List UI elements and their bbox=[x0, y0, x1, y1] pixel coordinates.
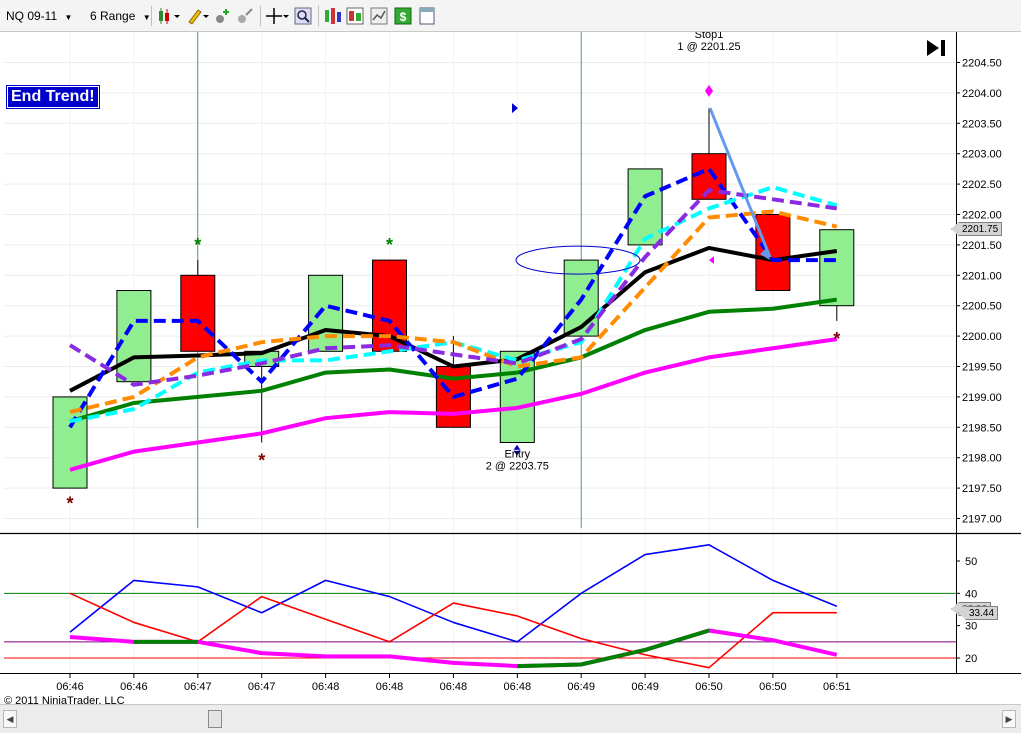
signal-star-marker: * bbox=[833, 329, 840, 349]
drawing-tools-icon[interactable] bbox=[186, 7, 212, 25]
indicator-axis-label: 30 bbox=[965, 621, 977, 633]
order-icon[interactable]: $ bbox=[394, 7, 412, 25]
price-axis-label: 2204.50 bbox=[962, 58, 1002, 70]
end-trend-label: End Trend! bbox=[6, 85, 100, 109]
indicator-axis-label: 50 bbox=[965, 556, 977, 568]
price-axis-label: 2201.50 bbox=[962, 240, 1002, 252]
price-axis-label: 2199.50 bbox=[962, 362, 1002, 374]
data-box-icon[interactable] bbox=[324, 7, 342, 25]
zoom-icon[interactable] bbox=[294, 7, 312, 25]
price-axis-label: 2200.50 bbox=[962, 301, 1002, 313]
window-icon[interactable] bbox=[418, 7, 436, 25]
price-axis-label: 2199.00 bbox=[962, 392, 1002, 404]
signal-star-marker: * bbox=[386, 235, 393, 255]
price-axis-label: 2202.50 bbox=[962, 179, 1002, 191]
chevron-down-icon: ▼ bbox=[142, 13, 151, 22]
period-selector[interactable]: 6 Range ▼ bbox=[90, 6, 151, 26]
candle-body bbox=[627, 168, 663, 246]
price-axis-label: 2200.00 bbox=[962, 331, 1002, 343]
instrument-selector[interactable]: NQ 09-11 ▼ bbox=[6, 6, 72, 26]
price-axis-label: 2201.00 bbox=[962, 270, 1002, 282]
time-axis-label: 06:46 bbox=[56, 681, 84, 693]
signal-star-marker: * bbox=[194, 235, 201, 255]
toolbar-divider bbox=[151, 6, 152, 26]
properties-icon[interactable] bbox=[370, 7, 388, 25]
period-label: 6 Range bbox=[90, 9, 136, 23]
time-scrollbar[interactable]: ◀ ▶ bbox=[0, 704, 1021, 733]
time-axis-label: 06:48 bbox=[504, 681, 532, 693]
add-strategy-icon[interactable] bbox=[236, 7, 254, 25]
time-axis-label: 06:49 bbox=[567, 681, 595, 693]
price-axis-label: 2203.50 bbox=[962, 118, 1002, 130]
price-axis-label: 2197.50 bbox=[962, 483, 1002, 495]
chart-toolbar: NQ 09-11 ▼ 6 Range ▼ $ bbox=[0, 0, 1021, 32]
time-axis-label: 06:48 bbox=[376, 681, 404, 693]
time-axis-label: 06:48 bbox=[312, 681, 340, 693]
trade-annotation-text: Entry bbox=[504, 449, 530, 461]
price-axis-label: 2202.00 bbox=[962, 210, 1002, 222]
add-indicator-icon[interactable] bbox=[214, 7, 232, 25]
time-axis-label: 06:47 bbox=[248, 681, 276, 693]
trade-annotation-text: Stop1 bbox=[695, 32, 724, 41]
chevron-down-icon: ▼ bbox=[64, 13, 73, 22]
candle-body bbox=[180, 274, 216, 352]
time-axis-label: 06:51 bbox=[823, 681, 851, 693]
toolbar-divider bbox=[260, 6, 261, 26]
skip-to-end-icon[interactable] bbox=[925, 38, 949, 58]
signal-star-marker: * bbox=[258, 451, 265, 471]
price-chart-svg[interactable]: 2197.00 2197.50 2198.00 2198.50 2199.00 2199.… bbox=[0, 5, 1021, 704]
scroll-left-button[interactable]: ◀ bbox=[3, 710, 17, 728]
time-axis-label: 06:50 bbox=[695, 681, 723, 693]
price-axis-label: 2198.00 bbox=[962, 453, 1002, 465]
candle-body bbox=[116, 290, 152, 383]
price-axis-label: 2203.00 bbox=[962, 149, 1002, 161]
time-axis-label: 06:50 bbox=[759, 681, 787, 693]
time-axis-label: 06:48 bbox=[440, 681, 468, 693]
instrument-label: NQ 09-11 bbox=[6, 9, 58, 23]
candle-body bbox=[308, 274, 344, 352]
chart-trader-icon[interactable] bbox=[346, 7, 364, 25]
price-axis-label: 2198.50 bbox=[962, 422, 1002, 434]
indicator-axis-label: 20 bbox=[965, 653, 977, 665]
crosshair-icon[interactable] bbox=[266, 7, 290, 25]
toolbar-divider bbox=[318, 6, 319, 26]
signal-star-marker: * bbox=[66, 493, 73, 513]
candle-body bbox=[819, 229, 855, 307]
time-axis-label: 06:46 bbox=[120, 681, 148, 693]
price-axis-label: 2197.00 bbox=[962, 514, 1002, 526]
indicator-value-tag: 33.44 bbox=[958, 606, 999, 620]
scroll-right-button[interactable]: ▶ bbox=[1002, 710, 1016, 728]
chart-panel[interactable]: 2197.00 2197.50 2198.00 2198.50 2199.00 2199.… bbox=[0, 5, 1021, 707]
trade-annotation-text: 2 @ 2203.75 bbox=[486, 461, 549, 473]
svg-text:$: $ bbox=[400, 10, 407, 24]
candle-body bbox=[755, 214, 791, 291]
time-axis-label: 06:47 bbox=[184, 681, 212, 693]
last-price-tag: 2201.75 bbox=[951, 222, 1003, 236]
time-axis-label: 06:49 bbox=[631, 681, 659, 693]
trade-annotation-text: 1 @ 2201.25 bbox=[677, 41, 740, 53]
scroll-thumb[interactable] bbox=[208, 710, 222, 728]
bar-style-icon[interactable] bbox=[157, 7, 183, 25]
price-axis-label: 2204.00 bbox=[962, 88, 1002, 100]
indicator-axis-label: 40 bbox=[965, 588, 977, 600]
